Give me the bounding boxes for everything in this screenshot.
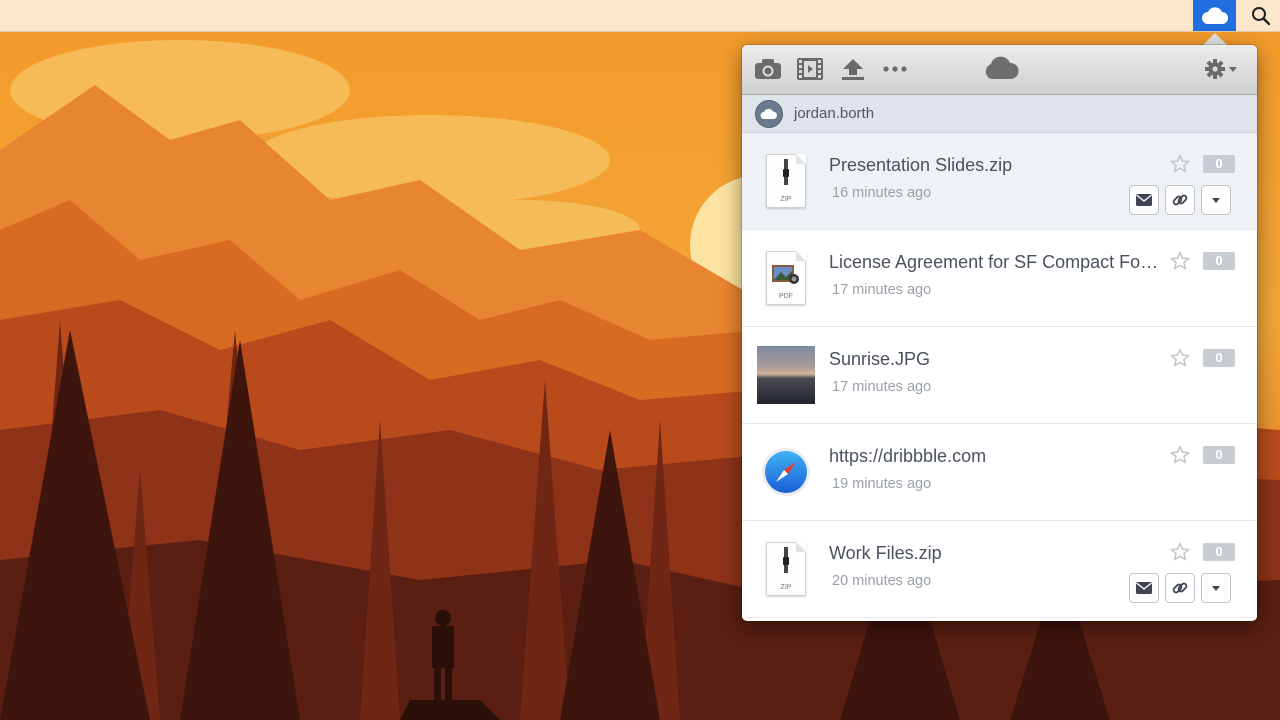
account-bar: jordan.borth [742,95,1257,133]
file-row[interactable]: ZIP Presentation Slides.zip 16 minutes a… [742,133,1257,230]
search-icon [1252,7,1271,26]
favorite-star-button[interactable] [1168,346,1192,370]
menu-bar [0,0,1280,32]
settings-button[interactable] [1202,55,1242,83]
envelope-icon [1136,582,1152,594]
more-button[interactable] [879,55,911,83]
link-icon [1172,194,1188,206]
link-icon [1172,582,1188,594]
zip-file-icon: ZIP [766,542,806,596]
file-list: ZIP Presentation Slides.zip 16 minutes a… [742,133,1257,618]
view-count-badge: 0 [1203,252,1235,270]
cloud-logo [981,55,1021,83]
cloud-icon [760,108,777,119]
popover-arrow [1203,33,1227,45]
file-row[interactable]: Sunrise.JPG 17 minutes ago 0 [742,327,1257,424]
image-thumbnail [757,346,815,404]
zip-file-icon: ZIP [766,154,806,208]
favorite-star-button[interactable] [1168,249,1192,273]
account-username: jordan.borth [794,105,875,122]
view-count-badge: 0 [1203,446,1235,464]
camera-icon [755,59,781,79]
chevron-down-icon [1212,586,1220,591]
file-timestamp: 17 minutes ago [832,379,932,395]
view-count-badge: 0 [1203,349,1235,367]
star-icon [1170,542,1190,561]
view-count-badge: 0 [1203,155,1235,173]
copy-link-button[interactable] [1165,185,1195,215]
favorite-star-button[interactable] [1168,540,1192,564]
record-video-button[interactable] [794,55,826,83]
more-options-dropdown[interactable] [1201,573,1231,603]
view-count-badge: 0 [1203,543,1235,561]
star-icon [1170,445,1190,464]
more-icon [883,66,907,72]
file-name: Presentation Slides.zip [829,155,1013,175]
file-thumbnail [756,442,816,502]
pdf-file-icon: PDF [766,251,806,305]
popover-toolbar [742,45,1257,95]
email-button[interactable] [1129,573,1159,603]
file-row[interactable]: PDF License Agreement for SF Compact Fon… [742,230,1257,327]
cloud-icon [1201,6,1228,24]
star-icon [1170,251,1190,270]
file-thumbnail: PDF [756,248,816,308]
envelope-icon [1136,194,1152,206]
file-name: https://dribbble.com [829,446,987,466]
safari-compass-icon [762,448,810,496]
menubar-cloud-button[interactable] [1193,0,1236,31]
upload-button[interactable] [837,55,869,83]
file-timestamp: 20 minutes ago [832,573,932,589]
file-thumbnail [756,345,816,405]
file-thumbnail: ZIP [756,151,816,211]
file-timestamp: 19 minutes ago [832,476,932,492]
file-name: Work Files.zip [829,543,942,563]
file-row[interactable]: ZIP Work Files.zip 20 minutes ago 0 [742,521,1257,618]
screenshot-button[interactable] [752,55,784,83]
film-icon [797,58,823,80]
file-timestamp: 17 minutes ago [832,282,932,298]
star-icon [1170,348,1190,367]
file-row[interactable]: https://dribbble.com 19 minutes ago 0 [742,424,1257,521]
avatar [755,100,783,128]
favorite-star-button[interactable] [1168,443,1192,467]
cloud-icon [985,56,1019,79]
chevron-down-icon [1229,67,1237,72]
file-name: License Agreement for SF Compact Fonts.p… [829,252,1159,272]
gear-icon [1205,59,1237,79]
more-options-dropdown[interactable] [1201,185,1231,215]
copy-link-button[interactable] [1165,573,1195,603]
star-icon [1170,154,1190,173]
file-thumbnail: ZIP [756,539,816,599]
cloud-popover: jordan.borth ZIP Presentation Slides.zip… [742,45,1257,621]
menubar-search-button[interactable] [1248,4,1274,28]
email-button[interactable] [1129,185,1159,215]
file-name: Sunrise.JPG [829,349,931,369]
file-timestamp: 16 minutes ago [832,185,932,201]
favorite-star-button[interactable] [1168,152,1192,176]
chevron-down-icon [1212,198,1220,203]
upload-icon [842,59,864,80]
